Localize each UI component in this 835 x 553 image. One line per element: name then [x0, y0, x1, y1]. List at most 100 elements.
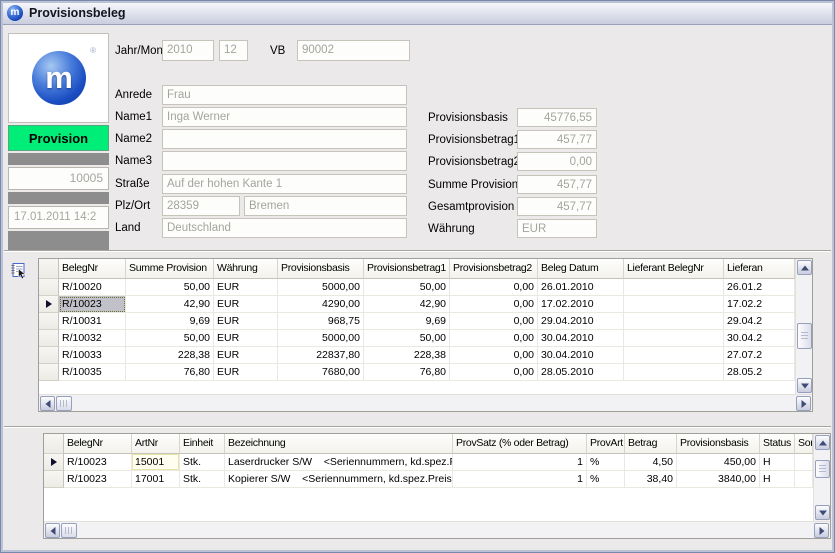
cell[interactable]: 76,80: [364, 364, 450, 381]
cell[interactable]: 29.04.2: [724, 313, 795, 330]
cell[interactable]: 17001: [132, 471, 180, 488]
cell[interactable]: 228,38: [126, 347, 214, 364]
row-selector[interactable]: [39, 330, 59, 347]
cell[interactable]: 42,90: [126, 296, 214, 313]
cell[interactable]: Kopierer S/W <Seriennummern, kd.spez.Pre…: [225, 471, 453, 488]
col-provisionsbasis[interactable]: Provisionsbasis: [677, 434, 760, 454]
cell[interactable]: 5000,00: [278, 279, 364, 296]
cell[interactable]: EUR: [214, 330, 278, 347]
cell[interactable]: 5000,00: [278, 330, 364, 347]
cell[interactable]: EUR: [214, 279, 278, 296]
cell[interactable]: 450,00: [677, 454, 760, 471]
scroll-right-button[interactable]: [814, 523, 829, 538]
vb-field[interactable]: 90002: [297, 40, 410, 61]
col-summe-provision[interactable]: Summe Provision: [126, 259, 214, 279]
vertical-scrollbar[interactable]: [795, 259, 812, 394]
cell[interactable]: 0,00: [450, 279, 538, 296]
cell[interactable]: 3840,00: [677, 471, 760, 488]
scrollbar-thumb[interactable]: [61, 523, 77, 538]
cell[interactable]: 50,00: [364, 330, 450, 347]
cell[interactable]: 17.02.2010: [538, 296, 624, 313]
cell[interactable]: [624, 364, 724, 381]
provisionsbetrag1-field[interactable]: 457,77: [517, 130, 597, 149]
col-sortierung[interactable]: Sor: [795, 434, 813, 454]
row-selector[interactable]: [39, 347, 59, 364]
cell[interactable]: 38,40: [625, 471, 677, 488]
detail-view-button[interactable]: [10, 262, 28, 280]
land-field[interactable]: Deutschland: [162, 218, 407, 238]
row-selector[interactable]: [39, 279, 59, 296]
monat-field[interactable]: 12: [219, 40, 248, 61]
col-belegnr[interactable]: BelegNr: [59, 259, 126, 279]
cell[interactable]: [624, 296, 724, 313]
col-status[interactable]: Status: [760, 434, 795, 454]
cell[interactable]: 30.04.2010: [538, 330, 624, 347]
scroll-left-button[interactable]: [40, 396, 55, 411]
cell[interactable]: [795, 454, 813, 471]
cell[interactable]: 28.05.2: [724, 364, 795, 381]
cell[interactable]: 42,90: [364, 296, 450, 313]
cell[interactable]: 27.07.2: [724, 347, 795, 364]
scroll-up-button[interactable]: [815, 435, 830, 450]
row-header-corner[interactable]: [44, 434, 64, 454]
cell[interactable]: R/10023: [64, 471, 132, 488]
col-bezeichnung[interactable]: Bezeichnung: [225, 434, 453, 454]
col-waehrung[interactable]: Währung: [214, 259, 278, 279]
col-provisionsbetrag2[interactable]: Provisionsbetrag2: [450, 259, 538, 279]
col-provisionsbasis[interactable]: Provisionsbasis: [278, 259, 364, 279]
horizontal-scrollbar[interactable]: [39, 394, 812, 411]
name3-field[interactable]: [162, 151, 407, 171]
waehrung-field[interactable]: EUR: [517, 219, 597, 238]
cell[interactable]: H: [760, 471, 795, 488]
cell[interactable]: 50,00: [126, 330, 214, 347]
cell[interactable]: 22837,80: [278, 347, 364, 364]
provisionsbetrag2-field[interactable]: 0,00: [517, 152, 597, 171]
cell[interactable]: 50,00: [364, 279, 450, 296]
cell[interactable]: R/10033: [59, 347, 126, 364]
row-selector[interactable]: [39, 313, 59, 330]
scrollbar-thumb[interactable]: [797, 323, 812, 349]
col-provart[interactable]: ProvArt: [587, 434, 625, 454]
cell[interactable]: [624, 347, 724, 364]
cell[interactable]: 26.01.2010: [538, 279, 624, 296]
col-lieferant-datum[interactable]: Lieferan: [724, 259, 795, 279]
cell[interactable]: H: [760, 454, 795, 471]
cell[interactable]: 7680,00: [278, 364, 364, 381]
cell[interactable]: 9,69: [364, 313, 450, 330]
provision-button[interactable]: Provision: [8, 125, 109, 151]
cell[interactable]: 228,38: [364, 347, 450, 364]
cell[interactable]: R/10035: [59, 364, 126, 381]
cell[interactable]: 0,00: [450, 364, 538, 381]
col-provisionsbetrag1[interactable]: Provisionsbetrag1: [364, 259, 450, 279]
cell[interactable]: 0,00: [450, 296, 538, 313]
col-provsatz[interactable]: ProvSatz (% oder Betrag): [453, 434, 587, 454]
horizontal-scrollbar[interactable]: [44, 521, 830, 538]
plz-field[interactable]: 28359: [162, 196, 240, 216]
col-artnr[interactable]: ArtNr: [132, 434, 180, 454]
timestamp-field[interactable]: 17.01.2011 14:2: [8, 206, 109, 229]
cell[interactable]: 29.04.2010: [538, 313, 624, 330]
col-betrag[interactable]: Betrag: [625, 434, 677, 454]
cell[interactable]: 50,00: [126, 279, 214, 296]
row-header-corner[interactable]: [39, 259, 59, 279]
gesamtprovision-field[interactable]: 457,77: [517, 197, 597, 216]
cell[interactable]: 30.04.2010: [538, 347, 624, 364]
cell[interactable]: R/10020: [59, 279, 126, 296]
cell[interactable]: 26.01.2: [724, 279, 795, 296]
cell[interactable]: 28.05.2010: [538, 364, 624, 381]
cell[interactable]: R/10031: [59, 313, 126, 330]
cell[interactable]: 17.02.2: [724, 296, 795, 313]
cell[interactable]: 0,00: [450, 347, 538, 364]
cell-selected[interactable]: R/10023: [59, 296, 126, 313]
cell[interactable]: [624, 313, 724, 330]
summe-provision-field[interactable]: 457,77: [517, 175, 597, 194]
scrollbar-thumb[interactable]: [815, 460, 830, 478]
cell[interactable]: 1: [453, 454, 587, 471]
jahr-field[interactable]: 2010: [162, 40, 214, 61]
col-lieferant-belegnr[interactable]: Lieferant BelegNr: [624, 259, 724, 279]
cell[interactable]: 4290,00: [278, 296, 364, 313]
cell[interactable]: 9,69: [126, 313, 214, 330]
row-selector[interactable]: [44, 471, 64, 488]
row-selector[interactable]: [39, 364, 59, 381]
col-beleg-datum[interactable]: Beleg Datum: [538, 259, 624, 279]
